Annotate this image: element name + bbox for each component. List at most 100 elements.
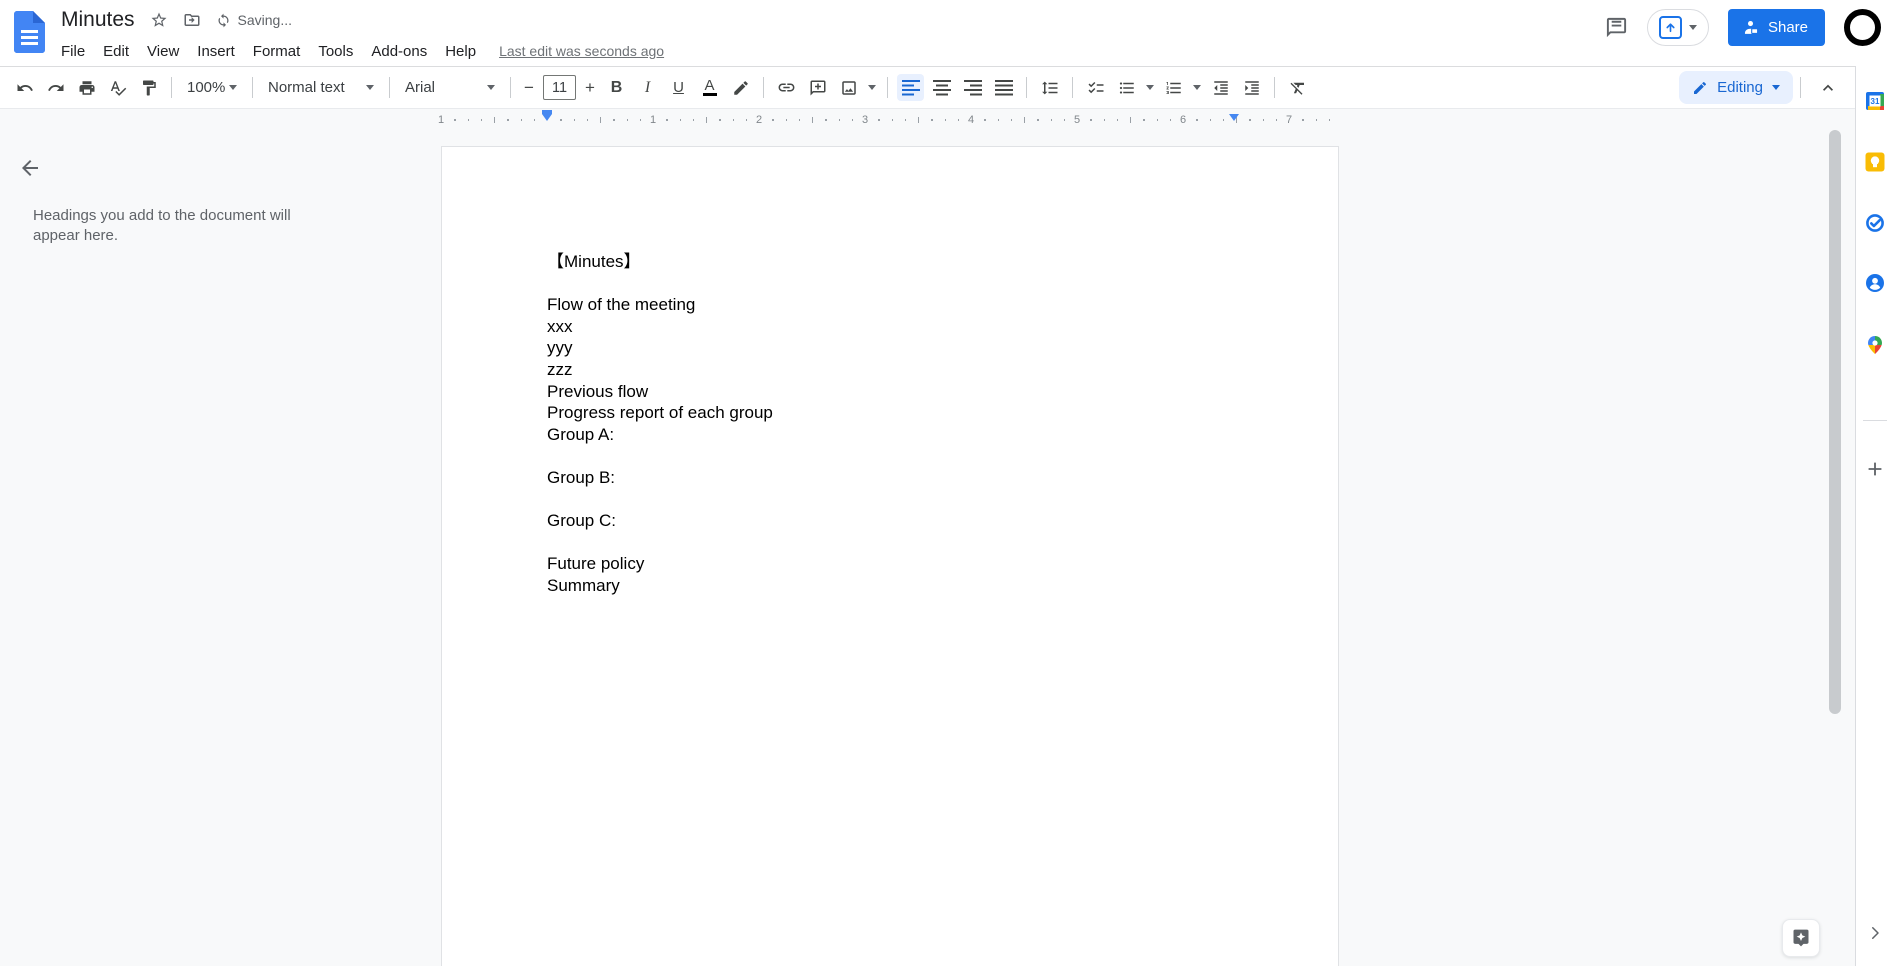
- ruler-tick: [812, 117, 813, 123]
- ruler-tick: [1315, 119, 1317, 121]
- menu-file[interactable]: File: [52, 43, 94, 60]
- account-avatar[interactable]: [1844, 9, 1881, 46]
- add-comment-icon: [810, 80, 825, 95]
- right-indent-marker[interactable]: [1229, 114, 1239, 121]
- text-color-button[interactable]: A: [696, 74, 723, 101]
- bold-button[interactable]: B: [603, 74, 630, 101]
- google-keep-icon[interactable]: [1865, 152, 1885, 172]
- doc-line[interactable]: Progress report of each group: [547, 402, 1235, 424]
- document-page[interactable]: 【Minutes】 Flow of the meeting xxx yyy zzz Pre…: [441, 146, 1339, 966]
- left-indent-marker[interactable]: [542, 110, 552, 121]
- doc-line[interactable]: Group C:: [547, 510, 1235, 532]
- doc-line[interactable]: xxx: [547, 316, 1235, 338]
- mode-select[interactable]: Editing: [1679, 71, 1793, 104]
- checklist-button[interactable]: [1082, 74, 1109, 101]
- google-maps-icon[interactable]: [1865, 335, 1885, 355]
- doc-line[interactable]: zzz: [547, 359, 1235, 381]
- ruler-tick: [1302, 119, 1304, 121]
- explore-button[interactable]: [1782, 919, 1820, 957]
- doc-line[interactable]: Summary: [547, 575, 1235, 597]
- menu-add-ons[interactable]: Add-ons: [362, 43, 436, 60]
- menu-help[interactable]: Help: [436, 43, 485, 60]
- doc-line[interactable]: Flow of the meeting: [547, 294, 1235, 316]
- font-select[interactable]: Arial: [397, 74, 503, 101]
- insert-image-button[interactable]: [835, 74, 862, 101]
- ruler-inch-label: 3: [861, 114, 869, 126]
- print-button[interactable]: [73, 74, 100, 101]
- menu-insert[interactable]: Insert: [188, 43, 244, 60]
- doc-line[interactable]: [547, 445, 1235, 467]
- doc-line[interactable]: Group B:: [547, 467, 1235, 489]
- doc-line[interactable]: [547, 489, 1235, 511]
- menu-edit[interactable]: Edit: [94, 43, 138, 60]
- close-outline-button[interactable]: [18, 156, 42, 185]
- doc-line[interactable]: [547, 273, 1235, 295]
- doc-line[interactable]: [547, 532, 1235, 554]
- document-text[interactable]: 【Minutes】 Flow of the meeting xxx yyy zzz Pre…: [547, 251, 1235, 597]
- clear-formatting-button[interactable]: [1284, 74, 1311, 101]
- doc-line[interactable]: 【Minutes】: [547, 251, 1235, 273]
- ruler-tick: [984, 119, 986, 121]
- open-comments-button[interactable]: [1605, 16, 1628, 39]
- spell-check-button[interactable]: [104, 74, 131, 101]
- document-title[interactable]: Minutes: [61, 8, 135, 32]
- ruler-tick: [520, 119, 522, 121]
- chevron-down-icon[interactable]: [868, 85, 876, 90]
- chevron-down-icon[interactable]: [1193, 85, 1201, 90]
- last-edit-link[interactable]: Last edit was seconds ago: [499, 43, 664, 59]
- ruler-inch-label: 5: [1073, 114, 1081, 126]
- google-calendar-icon[interactable]: 31: [1865, 91, 1885, 111]
- menu-format[interactable]: Format: [244, 43, 310, 60]
- insert-link-button[interactable]: [773, 74, 800, 101]
- move-to-folder-icon[interactable]: [183, 11, 201, 29]
- underline-button[interactable]: U: [665, 74, 692, 101]
- align-right-button[interactable]: [959, 74, 986, 101]
- italic-button[interactable]: I: [634, 74, 661, 101]
- menu-view[interactable]: View: [138, 43, 188, 60]
- font-size-input[interactable]: 11: [543, 75, 576, 100]
- justify-button[interactable]: [990, 74, 1017, 101]
- doc-line[interactable]: yyy: [547, 337, 1235, 359]
- doc-line[interactable]: Future policy: [547, 553, 1235, 575]
- google-contacts-icon[interactable]: [1865, 273, 1885, 293]
- decrease-font-size-button[interactable]: −: [518, 74, 540, 101]
- google-docs-logo-icon[interactable]: [14, 11, 45, 53]
- image-icon: [841, 80, 856, 95]
- increase-font-size-button[interactable]: +: [579, 74, 601, 101]
- google-tasks-icon[interactable]: [1865, 213, 1885, 233]
- redo-button[interactable]: [42, 74, 69, 101]
- paragraph-style-select[interactable]: Normal text: [260, 74, 382, 101]
- sync-icon: [218, 13, 229, 27]
- ruler-inch-label: 1: [649, 114, 657, 126]
- decrease-indent-button[interactable]: [1207, 74, 1234, 101]
- ruler-tick: [1050, 119, 1052, 121]
- hide-menus-button[interactable]: [1814, 74, 1841, 101]
- doc-line[interactable]: Group A:: [547, 424, 1235, 446]
- chevron-up-icon: [1822, 84, 1833, 91]
- highlight-color-button[interactable]: [727, 74, 754, 101]
- align-left-button[interactable]: [897, 74, 924, 101]
- ruler-tick: [480, 119, 483, 121]
- numbered-list-button[interactable]: [1160, 74, 1187, 101]
- menu-tools[interactable]: Tools: [309, 43, 362, 60]
- align-center-button[interactable]: [928, 74, 955, 101]
- ruler-tick: [1010, 119, 1013, 121]
- hide-side-panel-button[interactable]: [1866, 924, 1884, 947]
- ruler: 1 1 2 3 4 5 6 7: [0, 108, 1855, 130]
- add-comment-button[interactable]: [804, 74, 831, 101]
- ruler-tick: [1116, 119, 1119, 121]
- doc-line[interactable]: Previous flow: [547, 381, 1235, 403]
- paint-format-button[interactable]: [135, 74, 162, 101]
- chevron-down-icon[interactable]: [1146, 85, 1154, 90]
- vertical-scrollbar[interactable]: [1829, 130, 1841, 714]
- share-button[interactable]: Share: [1727, 9, 1825, 46]
- menu-bar: File Edit View Insert Format Tools Add-ons Help…: [52, 37, 664, 65]
- star-icon[interactable]: [150, 11, 168, 29]
- line-spacing-button[interactable]: [1036, 74, 1063, 101]
- increase-indent-button[interactable]: [1238, 74, 1265, 101]
- undo-button[interactable]: [11, 74, 38, 101]
- zoom-select[interactable]: 100%: [179, 74, 245, 101]
- bulleted-list-button[interactable]: [1113, 74, 1140, 101]
- get-add-ons-button[interactable]: [1864, 458, 1886, 485]
- open-in-app-button[interactable]: [1646, 9, 1709, 46]
